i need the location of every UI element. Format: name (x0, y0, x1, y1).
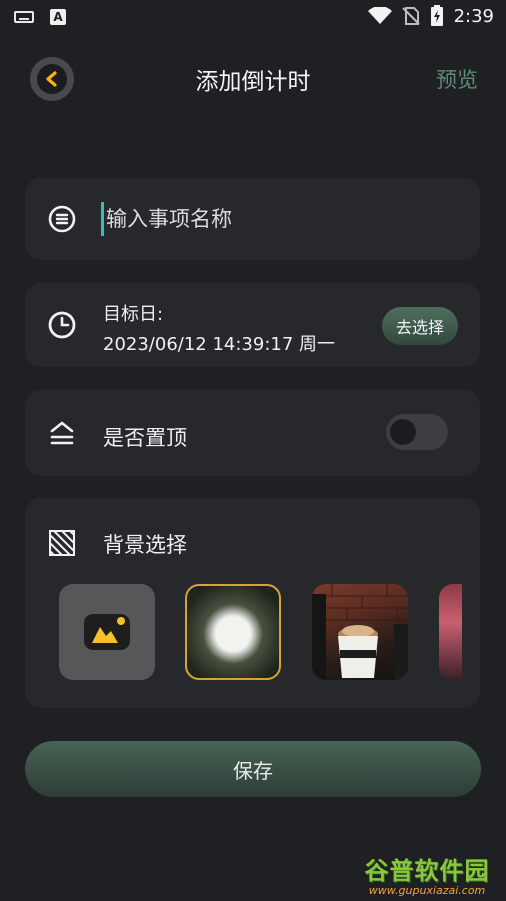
gallery-icon (84, 614, 130, 650)
status-bar: A 2:39 (0, 0, 506, 34)
toggle-knob (390, 419, 416, 445)
coffee-cup-thumb[interactable] (312, 584, 408, 680)
pin-top-icon (47, 418, 77, 448)
status-right: 2:39 (367, 5, 494, 27)
pin-top-card: 是否置顶 (25, 390, 480, 476)
event-name-card (25, 178, 480, 260)
background-card: 背景选择 (25, 498, 480, 708)
background-label: 背景选择 (103, 533, 187, 557)
coffee-cup-image (312, 584, 408, 680)
clock-icon (47, 310, 77, 340)
status-left: A (14, 9, 66, 25)
texture-icon (47, 528, 77, 558)
pin-top-label: 是否置顶 (103, 426, 187, 450)
preview-button[interactable]: 预览 (436, 64, 478, 94)
list-icon (47, 204, 77, 234)
pin-top-toggle[interactable] (386, 414, 448, 450)
custom-image-thumb[interactable] (59, 584, 155, 680)
target-date-card: 目标日: 2023/06/12 14:39:17 周一 去选择 (25, 283, 480, 367)
watermark-url: www.gupuxiazai.com (368, 884, 486, 897)
battery-charging-icon (430, 5, 443, 26)
save-button[interactable]: 保存 (25, 741, 481, 797)
choose-date-button[interactable]: 去选择 (382, 307, 458, 345)
background-thumbnails (59, 584, 462, 680)
wifi-icon (367, 7, 392, 24)
watermark-brand: 谷普软件园 (364, 857, 490, 885)
input-method-icon: A (50, 9, 66, 25)
watermark-logo: 谷普软件园 www.gupuxiazai.com (352, 851, 502, 897)
target-date-value: 2023/06/12 14:39:17 周一 (103, 334, 336, 355)
dandelion-thumb[interactable] (185, 584, 281, 680)
page-title: 添加倒计时 (195, 69, 311, 95)
header: 添加倒计时 预览 (0, 45, 506, 115)
keyboard-icon (14, 11, 34, 23)
no-sim-icon (401, 7, 420, 25)
status-time: 2:39 (453, 5, 494, 27)
target-date-label: 目标日: (103, 304, 164, 325)
event-name-input[interactable] (101, 202, 466, 236)
red-thumb-partial[interactable] (439, 584, 462, 680)
